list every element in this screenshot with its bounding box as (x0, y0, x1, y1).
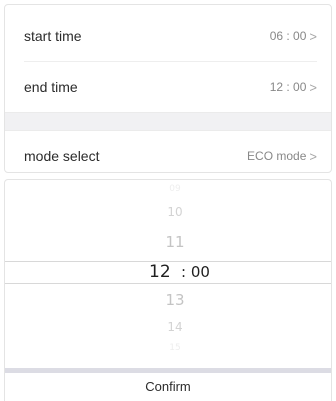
mode-select-row[interactable]: mode select ECO mode > (5, 131, 331, 172)
end-time-value-text: 12 : 00 (269, 80, 307, 94)
hour-option-15[interactable]: 15 (5, 343, 331, 353)
end-time-row[interactable]: end time 12 : 00 > (5, 62, 331, 112)
time-picker: 09 10 11 12 : 00 13 14 15 Confirm (4, 179, 332, 401)
mode-select-value: ECO mode > (247, 149, 317, 163)
hour-option-11[interactable]: 11 (5, 233, 331, 251)
chevron-right-icon: > (309, 28, 317, 44)
end-time-label: end time (24, 79, 78, 95)
selected-hour[interactable]: 12 (149, 262, 171, 282)
start-time-value-text: 06 : 00 (269, 29, 307, 43)
mode-select-label: mode select (24, 148, 100, 164)
hour-option-09[interactable]: 09 (5, 184, 331, 194)
section-separator (5, 112, 331, 131)
mode-select-value-text: ECO mode (247, 149, 307, 163)
minute-suffix: : 00 (181, 263, 210, 281)
end-time-value: 12 : 00 > (270, 80, 317, 94)
hour-option-14[interactable]: 14 (5, 320, 331, 334)
start-time-row[interactable]: start time 06 : 00 > (5, 11, 331, 61)
start-time-label: start time (24, 28, 82, 44)
hour-option-10[interactable]: 10 (5, 205, 331, 219)
confirm-button[interactable]: Confirm (5, 373, 331, 401)
hour-option-13[interactable]: 13 (5, 291, 331, 309)
chevron-right-icon: > (309, 79, 317, 95)
chevron-right-icon: > (309, 148, 317, 164)
time-settings-panel: start time 06 : 00 > end time 12 : 00 > … (4, 4, 332, 173)
hour-wheel[interactable]: 09 10 11 12 : 00 13 14 15 (5, 180, 331, 368)
start-time-value: 06 : 00 > (270, 29, 317, 43)
